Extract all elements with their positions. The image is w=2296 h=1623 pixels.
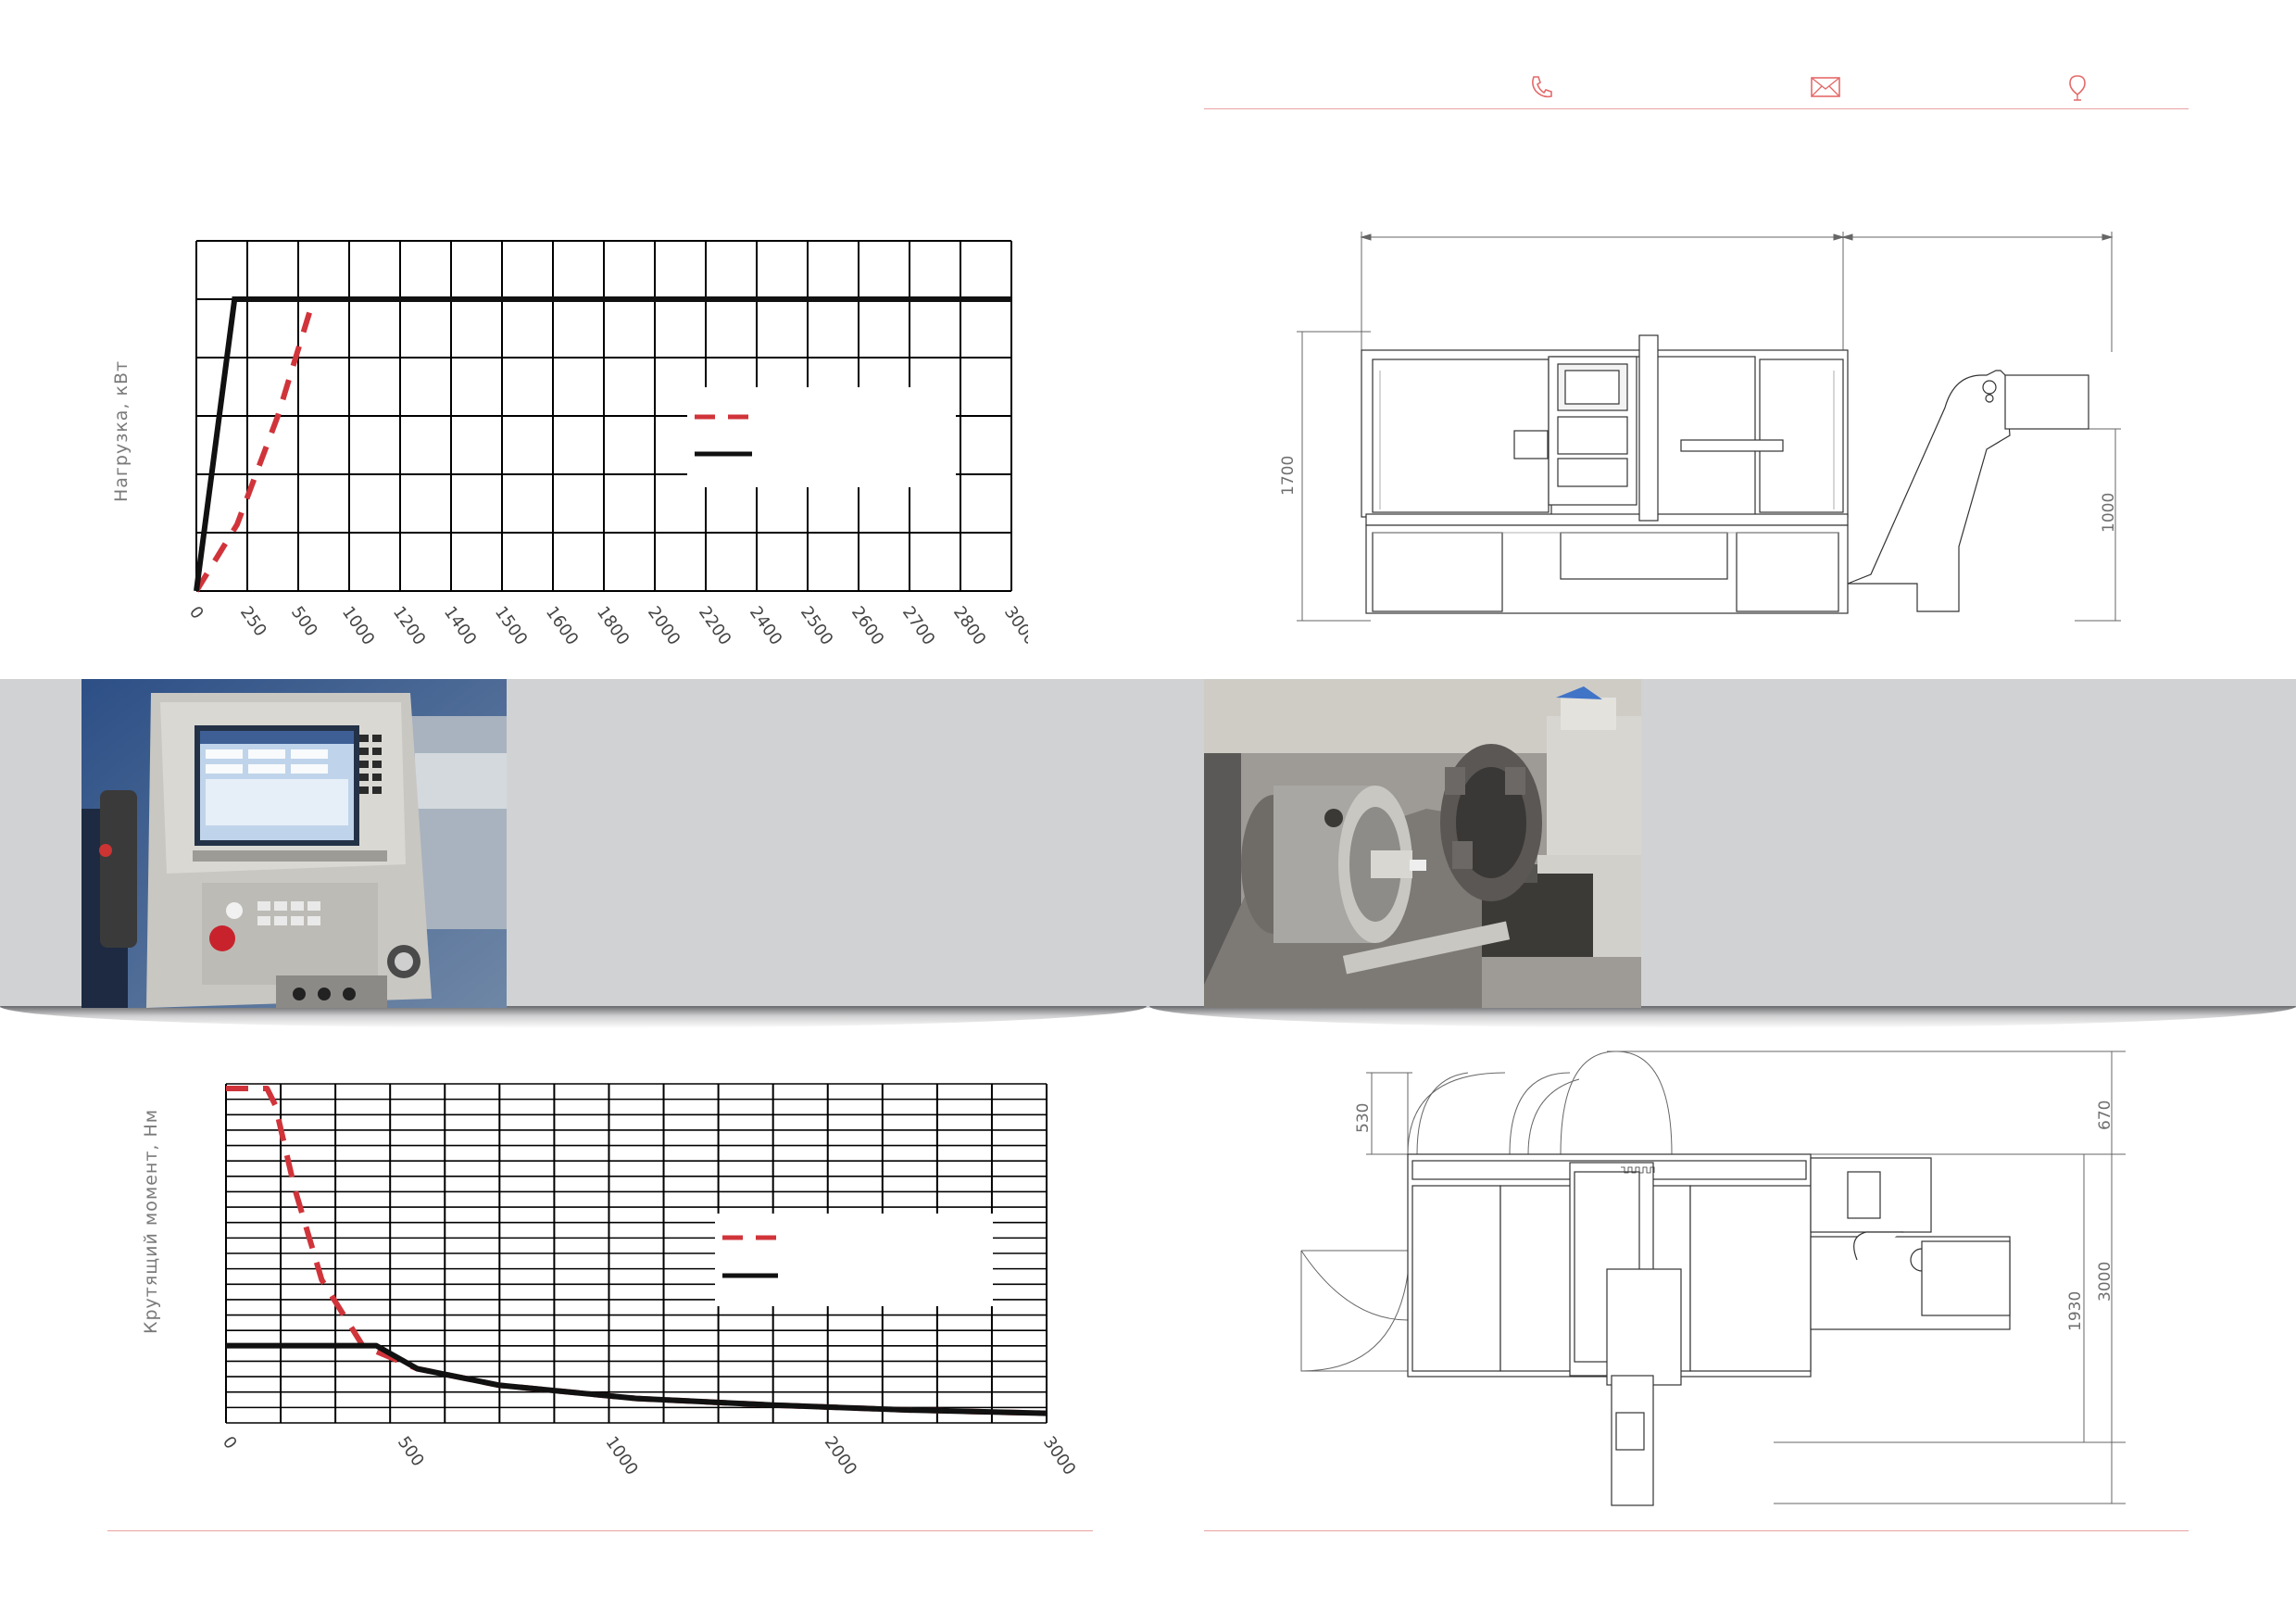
- mail-icon[interactable]: [1811, 77, 1840, 97]
- lathe-front-view-drawing: 1700 1000: [1279, 232, 2121, 622]
- series-line-1: [226, 1342, 1048, 1416]
- x-tick-label: 0: [219, 1433, 241, 1453]
- torque-chart-ylabel: Крутящий момент, Нм: [141, 1108, 161, 1334]
- footer-rule-left: [107, 1530, 1093, 1531]
- x-tick-label: 3000: [1000, 603, 1028, 649]
- plan-dim-total: 3000: [2096, 1262, 2114, 1302]
- x-tick-label: 2000: [821, 1433, 860, 1479]
- lathe-chuck-photo: [1204, 679, 1641, 1008]
- x-tick-label: 1800: [593, 603, 633, 649]
- cnc-control-panel-photo: [82, 679, 507, 1008]
- header-rule: [1204, 108, 2189, 109]
- power-chart-ylabel: Нагрузка, кВт: [111, 359, 132, 502]
- x-tick-label: 2800: [949, 603, 989, 649]
- location-pin-icon[interactable]: [2068, 74, 2087, 102]
- x-tick-label: 1500: [491, 603, 531, 649]
- band-shadow-left: [0, 1006, 1147, 1028]
- legend-box: [715, 1214, 993, 1306]
- x-tick-label: 250: [236, 603, 270, 640]
- x-tick-label: 3000: [1039, 1433, 1079, 1479]
- x-tick-label: 2400: [746, 603, 785, 649]
- x-tick-label: 500: [394, 1433, 428, 1470]
- x-tick-label: 0: [185, 603, 207, 623]
- x-tick-label: 1400: [440, 603, 480, 649]
- torque-chart: 0 500 1000 2000 3000: [219, 1083, 1079, 1479]
- x-tick-label: 2500: [797, 603, 836, 649]
- lathe-plan-view-drawing: 530 670 1930 3000: [1300, 1051, 2126, 1506]
- x-tick-label: 1000: [338, 603, 378, 649]
- x-tick-label: 1200: [389, 603, 429, 649]
- x-tick-label: 1600: [542, 603, 582, 649]
- front-dim-conveyor-height: 1000: [2100, 493, 2118, 533]
- x-tick-label: 2200: [695, 603, 734, 649]
- band-shadow-right: [1149, 1006, 2296, 1028]
- phone-icon[interactable]: [1529, 74, 1553, 100]
- x-tick-label: 2600: [847, 603, 887, 649]
- front-dim-height: 1700: [1279, 456, 1298, 496]
- x-tick-label: 500: [287, 603, 321, 640]
- power-chart: 0 250 500 1000 1200 1400 1500 1600 1800 2000 2200 2…: [185, 240, 1028, 649]
- footer-rule-right: [1204, 1530, 2189, 1531]
- x-tick-label: 1000: [601, 1433, 641, 1479]
- plan-dim-door: 530: [1354, 1103, 1373, 1133]
- plan-dim-depth: 1930: [2066, 1291, 2085, 1331]
- x-tick-label: 2700: [898, 603, 938, 649]
- x-tick-label: 2000: [644, 603, 684, 649]
- legend-box: [687, 387, 956, 487]
- plan-dim-swing: 670: [2096, 1101, 2114, 1130]
